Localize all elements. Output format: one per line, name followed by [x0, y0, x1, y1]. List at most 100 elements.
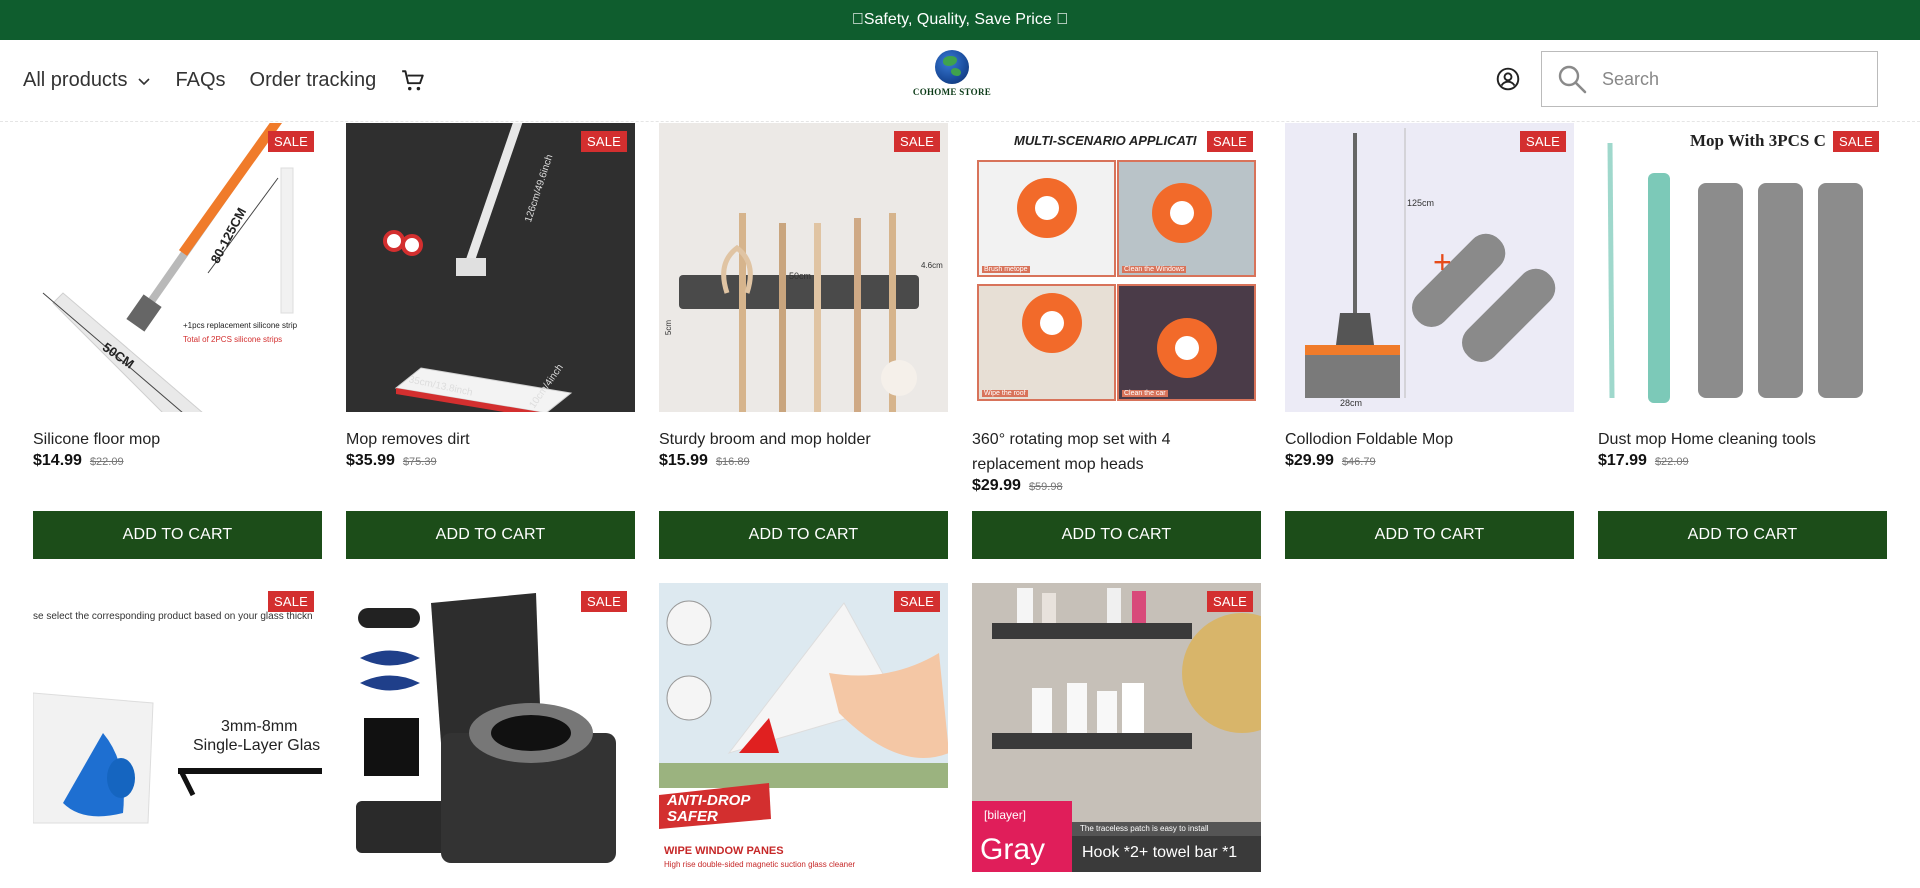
nav-faqs[interactable]: FAQs [176, 69, 226, 92]
product-image[interactable]: 126cm/49.6inch 35cm/13.8inch 10cm/4inch … [346, 123, 635, 412]
search-box[interactable] [1541, 51, 1878, 107]
store-logo[interactable]: COHOME STORE [912, 50, 992, 112]
nav-all-products-label: All products [23, 69, 128, 91]
image-caption: Gray [980, 833, 1046, 866]
search-input[interactable] [1602, 68, 1842, 90]
product-card[interactable]: se select the corresponding product base… [33, 583, 322, 872]
price-row: $29.99 $46.79 [1285, 452, 1574, 470]
announcement-text: Safety, Quality, Save Price  [852, 11, 1068, 28]
compare-at-price: $16.89 [715, 456, 750, 468]
image-caption: The traceless patch is easy to install [1080, 824, 1209, 833]
product-price: $17.99 [1598, 452, 1647, 469]
image-caption: WIPE WINDOW PANES [664, 845, 784, 857]
sale-badge: SALE [580, 591, 627, 612]
product-image[interactable]: se select the corresponding product base… [33, 583, 322, 872]
announcement-bar: Safety, Quality, Save Price  [0, 0, 1920, 40]
image-caption: se select the corresponding product base… [33, 611, 313, 622]
image-caption: Clean the Windows [1122, 266, 1187, 273]
product-image[interactable]: MULTI-SCENARIO APPLICATI Brush metope Cl… [972, 123, 1261, 412]
add-to-cart-button[interactable]: ADD TO CART [972, 511, 1261, 559]
product-price: $15.99 [659, 452, 708, 469]
product-price: $35.99 [346, 452, 395, 469]
product-image[interactable]: ANTI-DROP SAFER WIPE WINDOW PANES High r… [659, 583, 948, 872]
image-caption: +1pcs replacement silicone strip [183, 321, 298, 330]
add-to-cart-button[interactable]: ADD TO CART [346, 511, 635, 559]
product-card[interactable]: SALE [346, 583, 635, 872]
sale-badge: SALE [580, 131, 627, 152]
product-price: $29.99 [972, 477, 1021, 494]
image-caption: MULTI-SCENARIO APPLICATI [1014, 133, 1197, 148]
image-caption: Total of 2PCS silicone strips [183, 335, 283, 344]
product-card[interactable]: 50cm 4.6cm 5cm SALE Sturdy broom and mop… [659, 123, 948, 559]
product-card[interactable]: Mop With 3PCS C SALE Dust mop Home clean… [1598, 123, 1887, 559]
price-row: $14.99 $22.09 [33, 452, 322, 470]
image-caption: 5cm [664, 319, 674, 336]
account-icon[interactable] [1495, 66, 1521, 92]
svg-text:+: + [1433, 244, 1452, 280]
image-caption: 125cm [1407, 198, 1435, 208]
product-image[interactable]: + 125cm 28cm SALE [1285, 123, 1574, 412]
globe-logo-icon [935, 50, 969, 84]
image-caption: Wipe the roof [982, 390, 1028, 397]
add-to-cart-button[interactable]: ADD TO CART [33, 511, 322, 559]
nav-faqs-label: FAQs [175, 69, 226, 91]
cart-icon[interactable] [400, 68, 426, 94]
image-caption: 3mm-8mm [221, 718, 298, 735]
compare-at-price: $22.09 [1654, 456, 1689, 468]
product-title[interactable]: Sturdy broom and mop holder [659, 427, 948, 452]
flat-mop-illustration [383, 123, 573, 412]
header-actions [1495, 51, 1878, 107]
price-row: $17.99 $22.09 [1598, 452, 1887, 470]
product-card[interactable]: [bilayer] Gray The traceless patch is ea… [972, 583, 1261, 872]
product-title[interactable]: Dust mop Home cleaning tools [1598, 427, 1887, 452]
product-price: $29.99 [1285, 452, 1334, 469]
add-to-cart-button[interactable]: ADD TO CART [1598, 511, 1887, 559]
product-title[interactable]: 360° rotating mop set with 4 replacement… [972, 427, 1261, 477]
sale-badge: SALE [1519, 131, 1566, 152]
product-price: $14.99 [33, 452, 82, 469]
portable-toilet-illustration [356, 593, 616, 863]
foldable-mop-illustration: + [1305, 128, 1556, 398]
logo-text: COHOME STORE [912, 87, 992, 97]
compare-at-price: $59.98 [1028, 481, 1063, 493]
add-to-cart-button[interactable]: ADD TO CART [1285, 511, 1574, 559]
image-caption: Single-Layer Glas [193, 737, 321, 754]
price-row: $29.99 $59.98 [972, 477, 1261, 495]
search-icon [1558, 65, 1587, 94]
product-image[interactable]: [bilayer] Gray The traceless patch is ea… [972, 583, 1261, 872]
image-caption: 28cm [1340, 398, 1363, 408]
sale-badge: SALE [893, 591, 940, 612]
product-card[interactable]: MULTI-SCENARIO APPLICATI Brush metope Cl… [972, 123, 1261, 559]
image-caption: Mop With 3PCS C [1690, 131, 1826, 150]
nav-all-products[interactable]: All products [23, 69, 152, 92]
sale-badge: SALE [267, 591, 314, 612]
image-caption: High rise double-sided magnetic suction … [664, 860, 856, 869]
compare-at-price: $46.79 [1341, 456, 1376, 468]
product-image[interactable]: SALE [346, 583, 635, 872]
image-caption: Hook *2+ towel bar *1 [1082, 844, 1238, 861]
compare-at-price: $75.39 [402, 456, 437, 468]
product-card[interactable]: 126cm/49.6inch 35cm/13.8inch 10cm/4inch … [346, 123, 635, 559]
chevron-down-icon [137, 77, 150, 85]
sale-badge: SALE [1206, 131, 1253, 152]
product-image[interactable]: 50cm 4.6cm 5cm SALE [659, 123, 948, 412]
product-image[interactable]: 80-125CM 50CM +1pcs replacement silicone… [33, 123, 322, 412]
image-caption: 4.6cm [921, 261, 943, 270]
product-title[interactable]: Silicone floor mop [33, 427, 322, 452]
sale-badge: SALE [893, 131, 940, 152]
product-image[interactable]: Mop With 3PCS C SALE [1598, 123, 1887, 412]
dust-mop-illustration [1607, 142, 1863, 403]
product-title[interactable]: Mop removes dirt [346, 427, 635, 452]
product-card[interactable]: 80-125CM 50CM +1pcs replacement silicone… [33, 123, 322, 559]
sale-badge: SALE [1832, 131, 1879, 152]
image-caption: 50cm [789, 271, 812, 281]
image-caption: ANTI-DROP SAFER [667, 792, 750, 825]
site-header: All products FAQs Order tracking COHOME … [0, 40, 1920, 122]
price-row: $15.99 $16.89 [659, 452, 948, 470]
product-card[interactable]: + 125cm 28cm SALE Collodion Foldable Mop… [1285, 123, 1574, 559]
product-title[interactable]: Collodion Foldable Mop [1285, 427, 1574, 452]
sale-badge: SALE [1206, 591, 1253, 612]
add-to-cart-button[interactable]: ADD TO CART [659, 511, 948, 559]
nav-order-tracking[interactable]: Order tracking [250, 69, 377, 92]
product-card[interactable]: ANTI-DROP SAFER WIPE WINDOW PANES High r… [659, 583, 948, 872]
